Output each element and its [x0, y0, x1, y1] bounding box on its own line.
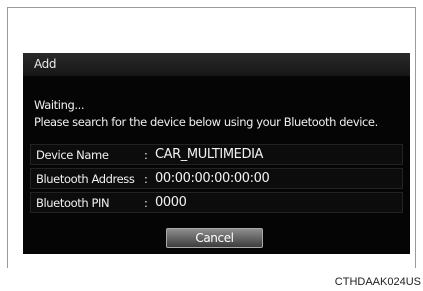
dialog-title-bar: Add [23, 53, 410, 76]
cancel-button[interactable]: Cancel [166, 228, 263, 248]
device-name-row: Device Name : CAR_MULTIMEDIA [30, 144, 403, 165]
bluetooth-pin-label: Bluetooth PIN [36, 196, 110, 210]
bluetooth-pin-row: Bluetooth PIN : 0000 [30, 192, 403, 213]
waiting-message: Waiting... [34, 98, 85, 112]
bluetooth-address-row: Bluetooth Address : 00:00:00:00:00:00 [30, 168, 403, 189]
device-name-colon: : [144, 148, 148, 162]
bluetooth-address-value: 00:00:00:00:00:00 [155, 171, 270, 186]
bluetooth-address-colon: : [144, 172, 148, 186]
bluetooth-pin-colon: : [144, 196, 148, 210]
dialog-title: Add [34, 57, 57, 71]
bluetooth-address-label: Bluetooth Address [36, 172, 135, 186]
bluetooth-pin-value: 0000 [155, 195, 187, 210]
device-name-value: CAR_MULTIMEDIA [155, 147, 264, 162]
instruction-message: Please search for the device below using… [34, 115, 378, 129]
add-device-dialog: Add Waiting... Please search for the dev… [23, 53, 410, 254]
figure-caption: CTHDAAK024US [334, 276, 421, 288]
device-name-label: Device Name [36, 148, 109, 162]
